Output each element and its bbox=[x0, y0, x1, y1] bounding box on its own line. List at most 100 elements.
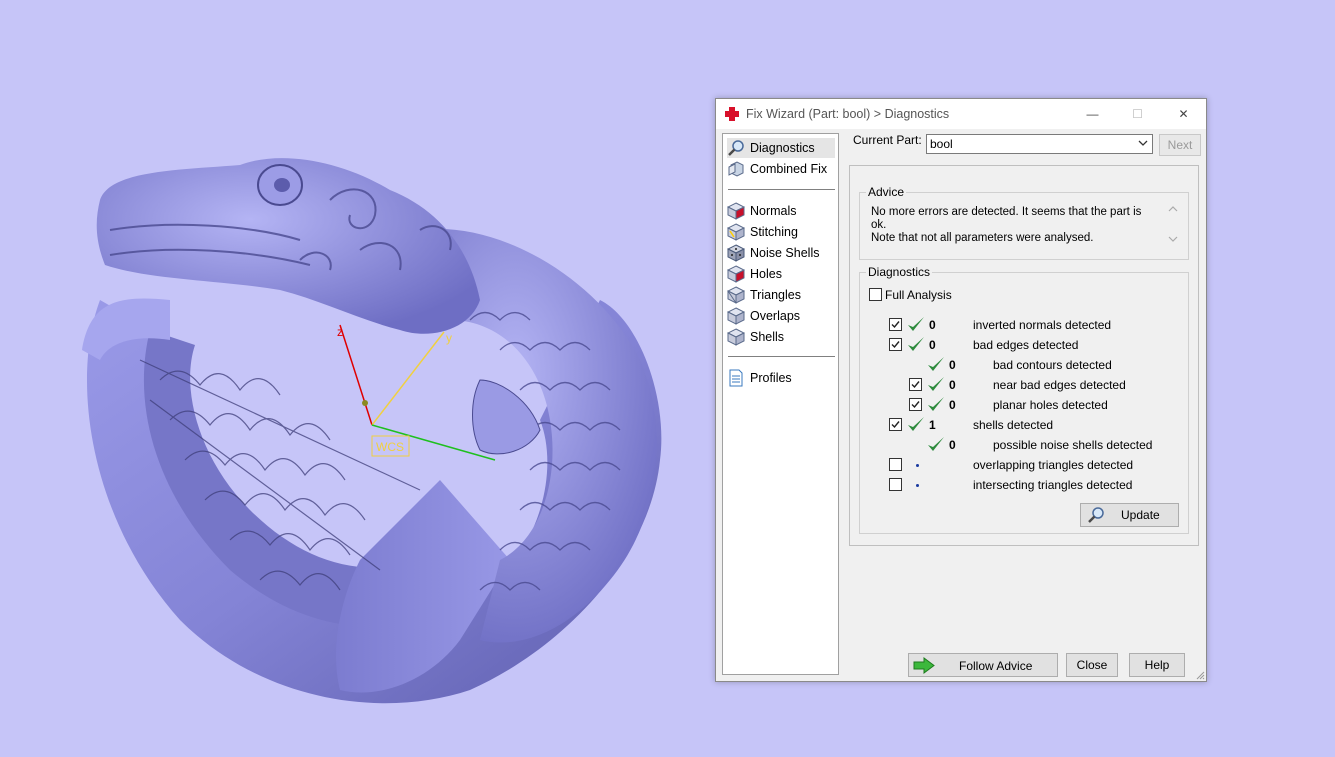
current-part-select[interactable]: bool bbox=[926, 134, 1153, 154]
document-icon bbox=[729, 369, 743, 387]
follow-advice-button[interactable]: Follow Advice bbox=[908, 653, 1058, 677]
window-title: Fix Wizard (Part: bool) > Diagnostics bbox=[746, 107, 950, 121]
diagnostic-label: shells detected bbox=[973, 418, 1054, 432]
nav-item-shells[interactable]: Shells bbox=[727, 327, 835, 347]
diagnostic-checkbox[interactable] bbox=[889, 338, 902, 351]
checkmark-icon bbox=[891, 321, 900, 329]
diagnostic-checkbox[interactable] bbox=[909, 398, 922, 411]
diagnostic-row: 0 bad contours detected bbox=[860, 356, 1180, 376]
green-check-icon bbox=[907, 416, 925, 434]
diagnostic-checkbox[interactable] bbox=[889, 418, 902, 431]
close-button[interactable]: Close bbox=[1066, 653, 1118, 677]
advice-scrollbar[interactable] bbox=[1166, 204, 1180, 244]
diagnostic-label: bad edges detected bbox=[973, 338, 1079, 352]
noise-shells-cube-icon bbox=[727, 244, 745, 262]
fix-wizard-dialog: Fix Wizard (Part: bool) > Diagnostics — … bbox=[715, 98, 1207, 682]
nav-item-diagnostics[interactable]: Diagnostics bbox=[727, 138, 835, 158]
diagnostics-title: Diagnostics bbox=[866, 265, 933, 279]
minimize-button[interactable]: — bbox=[1070, 99, 1115, 129]
title-bar[interactable]: Fix Wizard (Part: bool) > Diagnostics — … bbox=[716, 99, 1206, 129]
diagnostic-label: overlapping triangles detected bbox=[973, 458, 1134, 472]
nav-item-noise-shells[interactable]: Noise Shells bbox=[727, 243, 835, 263]
diagnostic-label: near bad edges detected bbox=[993, 378, 1126, 392]
diagnostic-count: 0 bbox=[949, 398, 956, 412]
diagnostic-row: 0 bad edges detected bbox=[860, 336, 1180, 356]
checkbox[interactable] bbox=[869, 288, 882, 301]
nav-item-combined-fix[interactable]: Combined Fix bbox=[727, 159, 835, 179]
nav-label: Combined Fix bbox=[750, 162, 828, 176]
nav-label: Holes bbox=[750, 267, 782, 281]
diagnostic-row: intersecting triangles detected bbox=[860, 476, 1180, 496]
diagnostic-row: 0 inverted normals detected bbox=[860, 316, 1180, 336]
wizard-panel: Advice No more errors are detected. It s… bbox=[849, 165, 1199, 546]
diagnostic-label: bad contours detected bbox=[993, 358, 1112, 372]
pending-dot-icon bbox=[916, 484, 919, 487]
advice-group: Advice No more errors are detected. It s… bbox=[859, 185, 1189, 260]
pending-dot-icon bbox=[916, 464, 919, 467]
diagnostic-row: 0 planar holes detected bbox=[860, 396, 1180, 416]
shells-cube-icon bbox=[727, 328, 745, 346]
diagnostic-checkbox[interactable] bbox=[889, 458, 902, 471]
axis-y-label: y bbox=[446, 331, 452, 345]
overlaps-cube-icon bbox=[727, 307, 745, 325]
maximize-button[interactable]: ☐ bbox=[1115, 99, 1160, 129]
diagnostic-count: 0 bbox=[949, 378, 956, 392]
normals-cube-icon bbox=[727, 202, 745, 220]
diagnostic-count: 0 bbox=[929, 318, 936, 332]
diagnostic-label: intersecting triangles detected bbox=[973, 478, 1133, 492]
nav-item-holes[interactable]: Holes bbox=[727, 264, 835, 284]
nav-item-normals[interactable]: Normals bbox=[727, 201, 835, 221]
diagnostic-row: 0 near bad edges detected bbox=[860, 376, 1180, 396]
diagnostic-count: 0 bbox=[929, 338, 936, 352]
triangles-cube-icon bbox=[727, 286, 745, 304]
nav-label: Normals bbox=[750, 204, 797, 218]
nav-item-triangles[interactable]: Triangles bbox=[727, 285, 835, 305]
advice-title: Advice bbox=[866, 185, 907, 199]
current-part-label: Current Part: bbox=[853, 133, 922, 147]
diagnostic-row: 0 possible noise shells detected bbox=[860, 436, 1180, 456]
full-analysis-label: Full Analysis bbox=[885, 288, 952, 302]
green-check-icon bbox=[927, 396, 945, 414]
diagnostic-checkbox[interactable] bbox=[889, 478, 902, 491]
nav-label: Profiles bbox=[750, 371, 792, 385]
checkmark-icon bbox=[891, 341, 900, 349]
current-part-value: bool bbox=[930, 137, 953, 151]
help-button[interactable]: Help bbox=[1129, 653, 1185, 677]
diagnostics-group: Diagnostics Full Analysis 0 inverted norm… bbox=[859, 265, 1189, 534]
advice-text: No more errors are detected. It seems th… bbox=[871, 206, 1156, 245]
green-check-icon bbox=[927, 436, 945, 454]
nav-label: Stitching bbox=[750, 225, 798, 239]
update-button[interactable]: Update bbox=[1080, 503, 1179, 527]
red-cross-icon bbox=[725, 107, 739, 121]
holes-cube-icon bbox=[727, 265, 745, 283]
green-check-icon bbox=[907, 336, 925, 354]
wcs-label: WCS bbox=[376, 440, 404, 454]
diagnostic-checkbox[interactable] bbox=[909, 378, 922, 391]
follow-advice-label: Follow Advice bbox=[959, 659, 1033, 673]
diagnostic-count: 0 bbox=[949, 438, 956, 452]
checkmark-icon bbox=[911, 381, 920, 389]
resize-grip-icon[interactable] bbox=[1195, 670, 1205, 680]
nav-divider bbox=[728, 189, 835, 190]
diagnostic-checkbox[interactable] bbox=[889, 318, 902, 331]
green-check-icon bbox=[927, 356, 945, 374]
nav-item-stitching[interactable]: Stitching bbox=[727, 222, 835, 242]
3d-viewport[interactable]: WCS y z bbox=[0, 0, 700, 757]
combined-fix-icon bbox=[728, 161, 744, 177]
checkmark-icon bbox=[911, 401, 920, 409]
nav-divider bbox=[728, 356, 835, 357]
close-window-button[interactable]: ✕ bbox=[1161, 99, 1206, 129]
nav-label: Overlaps bbox=[750, 309, 801, 323]
wizard-nav: Diagnostics Combined Fix Normals Stitchi… bbox=[722, 133, 839, 675]
green-check-icon bbox=[927, 376, 945, 394]
next-button[interactable]: Next bbox=[1159, 134, 1201, 156]
nav-item-overlaps[interactable]: Overlaps bbox=[727, 306, 835, 326]
full-analysis-checkbox[interactable]: Full Analysis bbox=[869, 286, 1019, 306]
diagnostic-count: 0 bbox=[949, 358, 956, 372]
checkmark-icon bbox=[891, 421, 900, 429]
diagnostic-row: 1 shells detected bbox=[860, 416, 1180, 436]
dragon-ring-model bbox=[82, 158, 662, 704]
diagnostic-label: inverted normals detected bbox=[973, 318, 1112, 332]
nav-label: Triangles bbox=[750, 288, 801, 302]
nav-item-profiles[interactable]: Profiles bbox=[727, 368, 835, 388]
